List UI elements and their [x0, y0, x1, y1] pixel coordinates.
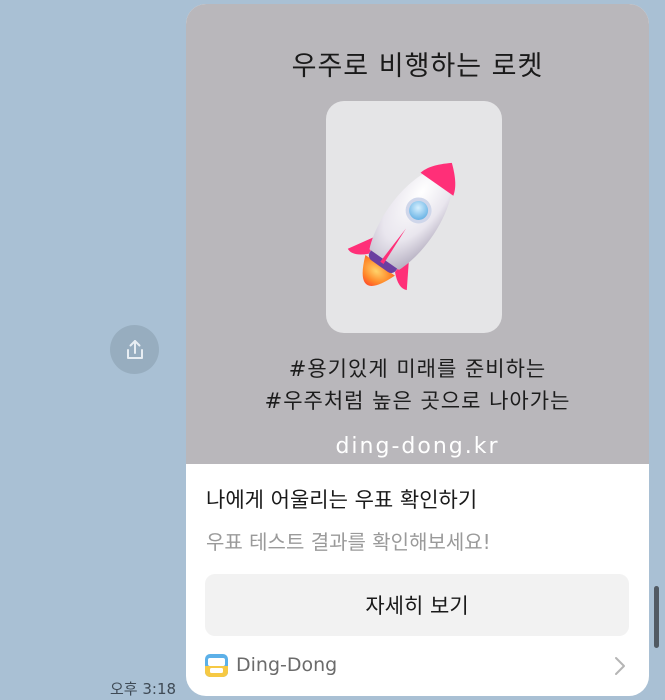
- message-timestamp: 오후 3:18: [110, 680, 177, 698]
- app-name: Ding-Dong: [236, 654, 338, 676]
- hero-title: 우주로 비행하는 로켓: [291, 51, 544, 82]
- share-icon: [126, 339, 143, 359]
- scrollbar[interactable]: [654, 586, 659, 648]
- rocket-icon: [347, 162, 456, 291]
- domain-watermark: ding-dong.kr: [335, 434, 500, 459]
- preview-image[interactable]: 우주로 비행하는 로켓 #용기있게 미래를 준비하는 #우주처럼 높은 곳으로 …: [186, 4, 649, 464]
- card-footer[interactable]: Ding-Dong: [186, 644, 649, 688]
- card-title: 나에게 어울리는 우표 확인하기: [206, 488, 478, 512]
- hashtag-line: #우주처럼 높은 곳으로 나아가는: [264, 389, 571, 413]
- view-details-label: 자세히 보기: [365, 594, 469, 618]
- chevron-right-icon: [615, 657, 625, 675]
- ding-dong-app-icon: [205, 654, 228, 677]
- card-subtitle: 우표 테스트 결과를 확인해보세요!: [206, 530, 491, 554]
- hashtag-line: #용기있게 미래를 준비하는: [288, 357, 547, 381]
- link-preview-card[interactable]: 우주로 비행하는 로켓 #용기있게 미래를 준비하는 #우주처럼 높은 곳으로 …: [186, 4, 649, 696]
- view-details-button[interactable]: 자세히 보기: [205, 574, 629, 636]
- share-button[interactable]: [110, 325, 159, 374]
- rocket-illustration: [326, 101, 502, 333]
